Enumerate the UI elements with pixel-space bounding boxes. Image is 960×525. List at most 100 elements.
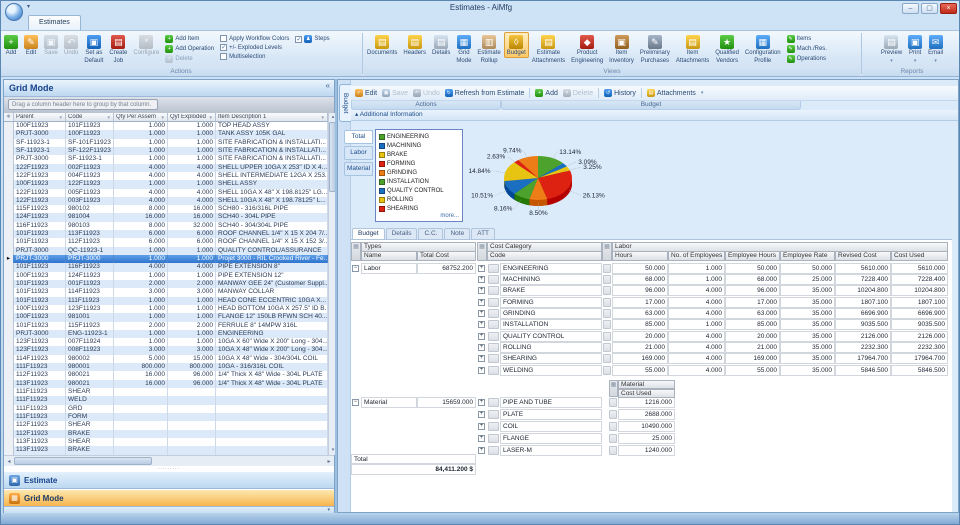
budget-button[interactable]: ◊Budget (504, 32, 529, 58)
expand-icon[interactable]: + (478, 321, 485, 328)
grid-row[interactable]: 111F11923WELD (4, 396, 328, 404)
grid-row[interactable]: 113F1192398002116.00096.0001/4" Thick X … (4, 380, 328, 388)
checkbox-icon[interactable] (220, 35, 227, 42)
material-column-cost-used[interactable]: Cost Used (618, 389, 675, 398)
side-tab-material[interactable]: Material (344, 162, 373, 176)
preliminary-purchases-button[interactable]: ✎PreliminaryPurchases (637, 32, 673, 65)
checkbox-icon[interactable]: ✓ (220, 44, 227, 51)
grid-row[interactable]: 123F11923007F119241.0001.00010GA X 60" W… (4, 338, 328, 346)
product-engineering-button[interactable]: ◆ProductEngineering (568, 32, 606, 65)
labor-column-cost-used[interactable]: Cost Used (891, 251, 948, 261)
cost-category-column-code[interactable]: Code (487, 251, 602, 261)
operations-button[interactable]: ✎Operations (787, 55, 827, 63)
save-button[interactable]: ▣Save (41, 32, 61, 58)
add-button[interactable]: +Add (1, 32, 21, 58)
expand-icon[interactable]: + (478, 299, 485, 306)
close-button[interactable]: × (940, 3, 957, 14)
grid-row[interactable]: 100F119239810011.0001.000FLANGE 12" 150L… (4, 313, 328, 321)
expand-icon[interactable]: + (478, 435, 485, 442)
expand-icon[interactable]: + (478, 287, 485, 294)
headers-button[interactable]: ▤Headers (400, 32, 429, 58)
nav-item-estimate[interactable]: ▣ Estimate (4, 471, 334, 489)
edit-button[interactable]: ✓Edit (355, 89, 377, 97)
maximize-button[interactable]: ▢ (921, 3, 938, 14)
grid-row[interactable]: 101F11923113F119236.0006.000ROOF CHANNEL… (4, 230, 328, 238)
grid-row[interactable]: 122F11923005F119234.0004.000SHELL 10GA X… (4, 189, 328, 197)
expand-icon[interactable]: + (478, 333, 485, 340)
tab-budget[interactable]: Budget (352, 228, 385, 239)
scrollbar-thumb[interactable] (14, 457, 152, 465)
grid-row[interactable]: 122F11923002F119234.0004.000SHELL UPPER … (4, 164, 328, 172)
grid-row[interactable]: 123F11923008F119233.0003.00010GA X 48" W… (4, 346, 328, 354)
expand-icon[interactable]: + (478, 355, 485, 362)
grid-row[interactable]: 111F11923980001800.000800.00010GA - 316/… (4, 363, 328, 371)
grid-mode-button[interactable]: ▦GridMode (453, 32, 474, 65)
grid-row[interactable]: SF-11923-1SF-101F119231.0001.000SITE FAB… (4, 139, 328, 147)
grid-row[interactable]: 101F11923112F119236.0006.000ROOF CHANNEL… (4, 238, 328, 246)
estimate-attachments-button[interactable]: ▤EstimateAttachments (529, 32, 568, 65)
types-column-total-cost[interactable]: Total Cost (417, 251, 476, 261)
scroll-left-icon[interactable]: ◂ (4, 458, 14, 465)
grid-row[interactable]: 101F11923001F119232.0002.000MANWAY GEE 2… (4, 280, 328, 288)
filter-icon[interactable]: ▼ (161, 115, 165, 120)
column-header-parent[interactable]: Parent▼ (14, 113, 66, 122)
estimate-rollup-button[interactable]: ▥EstimateRollup (474, 32, 503, 65)
grid-row[interactable]: 113F11923BRAKE (4, 446, 328, 454)
filter-icon[interactable]: ▼ (209, 115, 213, 120)
collapse-icon[interactable]: « (326, 81, 330, 90)
grid-row[interactable]: 101F11923111F119231.0001.000HEAD CONE EC… (4, 297, 328, 305)
nav-item-grid-mode[interactable]: ▦ Grid Mode (4, 489, 334, 507)
app-menu-button[interactable] (5, 3, 23, 21)
grid-corner-header[interactable]: ✱ (4, 113, 14, 122)
details-button[interactable]: ▤Details (429, 32, 453, 58)
expand-icon[interactable]: + (478, 276, 485, 283)
edit-button[interactable]: ✎Edit (21, 32, 41, 58)
add-item-button[interactable]: +Add Item (165, 35, 214, 43)
labor-column-revised-cost[interactable]: Revised Cost (835, 251, 891, 261)
expand-icon[interactable]: + (478, 447, 485, 454)
refresh-from-estimate-button[interactable]: ↻Refresh from Estimate (445, 89, 525, 97)
grid-row[interactable]: 101F11923116F119234.0004.000PIPE EXTENSI… (4, 263, 328, 271)
checkbox-icon[interactable] (220, 53, 227, 60)
grid-row[interactable]: 124F1192398100416.00016.000SCH40 - 304L … (4, 213, 328, 221)
grid-row[interactable]: 112F11923SHEAR (4, 421, 328, 429)
items-button[interactable]: ✎Items (787, 35, 827, 43)
documents-button[interactable]: ▤Documents (364, 32, 400, 58)
delete-button[interactable]: ×Delete (563, 89, 593, 97)
legend-more-link[interactable]: more... (379, 213, 459, 219)
expand-icon[interactable]: + (478, 310, 485, 317)
grid-row[interactable]: 112F11923BRAKE (4, 430, 328, 438)
email-button[interactable]: ✉Email▾ (925, 32, 946, 65)
tab-estimates[interactable]: Estimates (28, 15, 81, 30)
undo-button[interactable]: ↶Undo (413, 89, 440, 97)
dropdown-caret-icon[interactable]: ▾ (701, 90, 704, 96)
collapse-row-icon[interactable]: − (352, 399, 359, 406)
section-collapse-icon[interactable]: ▴ (355, 111, 358, 118)
add-operation-button[interactable]: +Add Operation (165, 45, 214, 53)
history-button[interactable]: ↺History (604, 89, 636, 97)
create-job-button[interactable]: ▤CreateJob (106, 32, 130, 65)
scroll-right-icon[interactable]: ▸ (324, 458, 334, 465)
column-header-code[interactable]: Code▼ (66, 113, 114, 122)
undo-button[interactable]: ↶Undo (61, 32, 81, 58)
grid-row[interactable]: 100F11923123F119231.0001.000HEAD BOTTOM … (4, 305, 328, 313)
-exploded-levels-checkbox[interactable]: ✓+/- Exploded Levels (220, 44, 289, 51)
grid-row[interactable]: 116F119239801038.00032.000SCH40 - 304/30… (4, 222, 328, 230)
grid-row[interactable]: 100F11923101F119231.0001.000TOP HEAD ASS… (4, 122, 328, 130)
grid-row[interactable]: PRJT-3000100F119231.0001.000TANK ASSY 10… (4, 130, 328, 138)
grid-row[interactable]: 113F11923SHEAR (4, 438, 328, 446)
filter-icon[interactable]: ▼ (59, 115, 63, 120)
grid-row[interactable]: 111F11923GRD (4, 405, 328, 413)
grid-row[interactable]: 122F11923003F119234.0004.000SHELL 10GA X… (4, 197, 328, 205)
grid-row[interactable]: 100F11923124F119231.0001.000PIPE EXTENSI… (4, 272, 328, 280)
grid-row[interactable]: ▸PRJT-3000PRJT-30001.0001.000Projet 3000… (4, 255, 328, 263)
expand-icon[interactable]: + (478, 265, 485, 272)
attachments-button[interactable]: ▤Attachments (647, 89, 696, 97)
grid-row[interactable]: 111F11923SHEAR (4, 388, 328, 396)
budget-vertical-tab[interactable]: Budget (339, 84, 351, 122)
grid-row[interactable]: 122F11923004F119234.0004.000SHELL INTERM… (4, 172, 328, 180)
grid-row[interactable]: 111F11923FORM (4, 413, 328, 421)
expand-icon[interactable]: + (478, 367, 485, 374)
filter-icon[interactable]: ▼ (321, 115, 325, 120)
preview-button[interactable]: ▤Preview▾ (878, 32, 905, 65)
